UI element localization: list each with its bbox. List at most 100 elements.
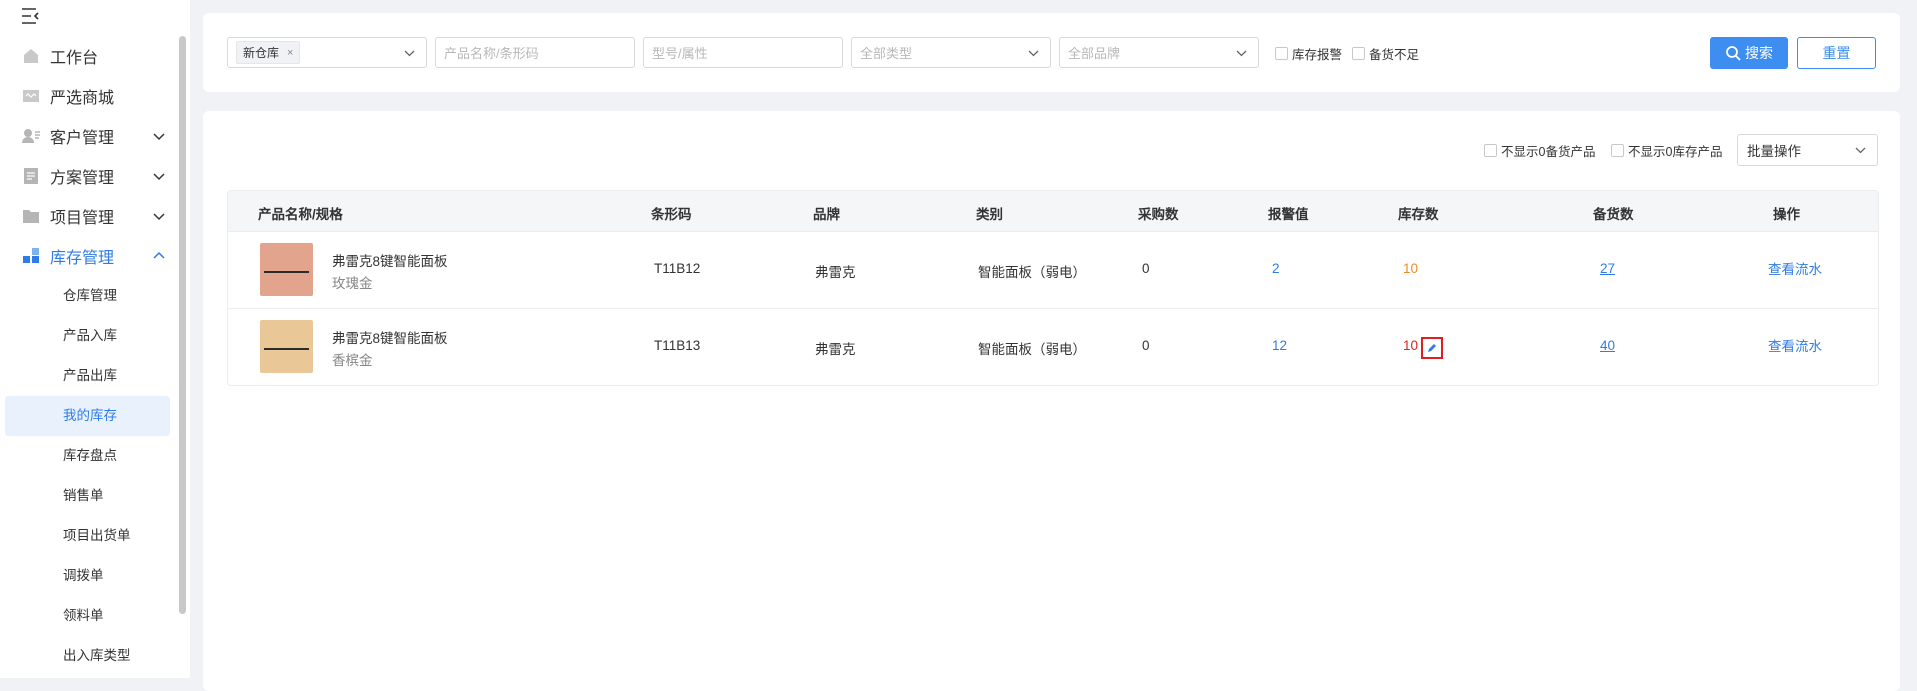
menu-item-label: 库存管理 [50, 250, 115, 267]
submenu-item-sales-order[interactable]: 销售单 [0, 476, 178, 516]
tag-close-icon[interactable]: × [287, 47, 293, 59]
stock-value: 10 [1403, 338, 1419, 353]
category-cell: 智能面板（弱电） [978, 342, 1086, 357]
checkbox-box[interactable] [1352, 47, 1365, 60]
type-select-placeholder: 全部类型 [860, 46, 913, 61]
chevron-down-icon [1028, 50, 1039, 57]
chevron-up-icon [153, 251, 165, 259]
sidebar: 工作台 严选商城 客户管理 方案管理 项目管理 库存管理 仓库管理 产品入库 产 [0, 0, 190, 678]
plan-icon [24, 168, 38, 184]
barcode-cell: T11B12 [654, 261, 701, 276]
col-header-alarm: 报警值 [1268, 207, 1309, 222]
submenu-item-stock-in[interactable]: 产品入库 [0, 316, 178, 356]
edit-stock-button[interactable] [1421, 337, 1443, 359]
warehouse-tag: 新仓库 × [236, 41, 301, 64]
col-header-stockup: 备货数 [1593, 207, 1634, 222]
mall-icon [23, 90, 39, 102]
table-header: 产品名称/规格 条形码 品牌 类别 采购数 报警值 库存数 备货数 操作 [228, 191, 1878, 231]
warehouse-select[interactable]: 新仓库 × [227, 37, 427, 68]
stockup-shortage-checkbox[interactable]: 备货不足 [1352, 44, 1419, 63]
col-header-stock: 库存数 [1398, 207, 1439, 222]
alarm-value[interactable]: 2 [1272, 261, 1280, 276]
search-button[interactable]: 搜索 [1710, 37, 1788, 69]
inventory-table: 产品名称/规格 条形码 品牌 类别 采购数 报警值 库存数 备货数 操作 弗雷克… [227, 190, 1879, 386]
submenu-item-warehouse[interactable]: 仓库管理 [0, 276, 178, 316]
barcode-cell: T11B13 [654, 338, 701, 353]
col-header-barcode: 条形码 [651, 207, 692, 222]
bulk-actions-label: 批量操作 [1747, 144, 1801, 159]
product-search-input[interactable]: 产品名称/条形码 [435, 37, 635, 68]
purchase-cell: 0 [1142, 338, 1150, 353]
brand-cell: 弗雷克 [815, 265, 856, 280]
col-header-category: 类别 [976, 207, 1003, 222]
col-header-action: 操作 [1773, 207, 1800, 222]
menu-item-mall[interactable]: 严选商城 [0, 76, 178, 116]
reset-button-label: 重置 [1822, 45, 1851, 61]
stockup-link[interactable]: 40 [1600, 338, 1615, 353]
stock-alarm-label: 库存报警 [1292, 48, 1343, 62]
hide-zero-stockup-checkbox[interactable]: 不显示0备货产品 [1484, 141, 1595, 160]
submenu-item-requisition[interactable]: 领料单 [0, 596, 178, 636]
stock-alarm-checkbox[interactable]: 库存报警 [1275, 44, 1342, 63]
product-name: 弗雷克8键智能面板 [332, 331, 448, 346]
stock-value: 10 [1403, 261, 1419, 276]
submenu-item-io-type[interactable]: 出入库类型 [0, 636, 178, 676]
product-thumbnail [260, 320, 313, 373]
col-header-brand: 品牌 [813, 207, 840, 222]
menu-collapse-icon[interactable] [20, 6, 42, 26]
checkbox-box[interactable] [1611, 144, 1624, 157]
category-cell: 智能面板（弱电） [978, 265, 1086, 280]
menu-item-customer[interactable]: 客户管理 [0, 116, 178, 156]
checkbox-box[interactable] [1275, 47, 1288, 60]
checkbox-box[interactable] [1484, 144, 1497, 157]
view-flow-link[interactable]: 查看流水 [1768, 258, 1822, 278]
alarm-value[interactable]: 12 [1272, 338, 1287, 353]
menu-item-project[interactable]: 项目管理 [0, 196, 178, 236]
brand-cell: 弗雷克 [815, 342, 856, 357]
submenu-item-stock-out[interactable]: 产品出库 [0, 356, 178, 396]
brand-select[interactable]: 全部品牌 [1059, 37, 1259, 68]
warehouse-tag-label: 新仓库 [243, 46, 280, 60]
table-row: 弗雷克8键智能面板 玫瑰金 T11B12 弗雷克 智能面板（弱电） 0 2 10… [228, 231, 1878, 308]
product-thumbnail [260, 243, 313, 296]
search-button-label: 搜索 [1745, 45, 1773, 61]
submenu-item-my-inventory[interactable]: 我的库存 [5, 396, 170, 436]
table-row: 弗雷克8键智能面板 香槟金 T11B13 弗雷克 智能面板（弱电） 0 12 1… [228, 308, 1878, 385]
product-name: 弗雷克8键智能面板 [332, 254, 448, 269]
model-search-input[interactable]: 型号/属性 [643, 37, 843, 68]
bulk-actions-select[interactable]: 批量操作 [1737, 134, 1878, 166]
product-spec: 玫瑰金 [332, 276, 373, 291]
chevron-down-icon [153, 133, 165, 141]
chevron-down-icon [1855, 147, 1866, 154]
purchase-cell: 0 [1142, 261, 1150, 276]
submenu-item-stocktaking[interactable]: 库存盘点 [0, 436, 178, 476]
stockup-shortage-label: 备货不足 [1369, 48, 1420, 62]
menu-item-label: 项目管理 [50, 210, 115, 227]
submenu-item-project-shipment[interactable]: 项目出货单 [0, 516, 178, 556]
view-flow-link[interactable]: 查看流水 [1768, 335, 1822, 355]
menu-item-label: 严选商城 [50, 90, 115, 107]
sidebar-scrollbar[interactable] [179, 36, 186, 614]
stockup-link[interactable]: 27 [1600, 261, 1615, 276]
inventory-panel: 不显示0备货产品 不显示0库存产品 批量操作 产品名称/规格 条形码 品牌 类别… [203, 111, 1900, 691]
product-search-placeholder: 产品名称/条形码 [444, 46, 539, 61]
menu-item-label: 方案管理 [50, 170, 115, 187]
type-select[interactable]: 全部类型 [851, 37, 1051, 68]
pencil-icon [1428, 344, 1436, 352]
brand-select-placeholder: 全部品牌 [1068, 46, 1121, 61]
product-spec: 香槟金 [332, 353, 373, 368]
menu-item-inventory[interactable]: 库存管理 [0, 236, 178, 276]
menu-item-workbench[interactable]: 工作台 [0, 36, 178, 76]
col-header-purchase: 采购数 [1138, 207, 1179, 222]
hide-zero-stock-label: 不显示0库存产品 [1628, 145, 1723, 159]
menu-item-plan[interactable]: 方案管理 [0, 156, 178, 196]
hide-zero-stock-checkbox[interactable]: 不显示0库存产品 [1611, 141, 1722, 160]
reset-button[interactable]: 重置 [1797, 37, 1876, 69]
search-icon [1726, 46, 1741, 61]
hide-zero-stockup-label: 不显示0备货产品 [1501, 145, 1596, 159]
chevron-down-icon [1236, 50, 1247, 57]
folder-icon [23, 210, 39, 223]
menu-item-label: 工作台 [50, 50, 99, 67]
submenu-item-transfer[interactable]: 调拨单 [0, 556, 178, 596]
customer-icon [22, 129, 40, 143]
